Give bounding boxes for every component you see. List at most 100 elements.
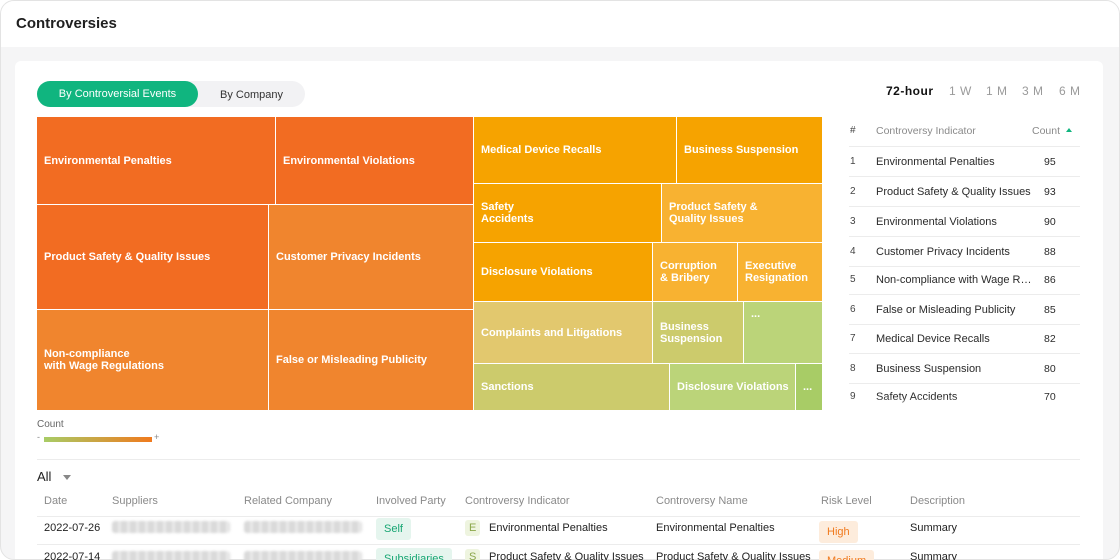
treemap-cell[interactable]: Corruption & Bribery <box>653 243 738 302</box>
ranking-row[interactable]: 8 Business Suspension 80 <box>849 354 1080 384</box>
indicator-category-badge: E <box>465 520 481 536</box>
ranking-count: 82 <box>1044 333 1056 345</box>
cell-indicator: Environmental Penalties <box>489 522 608 534</box>
treemap-cell[interactable]: Business Suspension <box>677 117 823 184</box>
ranking-row[interactable]: 4 Customer Privacy Incidents 88 <box>849 237 1080 267</box>
treemap-cell[interactable]: Complaints and Litigations <box>474 302 653 364</box>
chevron-down-icon[interactable] <box>63 475 71 480</box>
cell-date: 2022-07-14 <box>44 551 101 560</box>
ranking-num: 3 <box>850 216 856 227</box>
ranking-name: False or Misleading Publicity <box>876 304 1016 316</box>
ranking-row[interactable]: 2 Product Safety & Quality Issues 93 <box>849 177 1080 207</box>
legend-gradient <box>44 437 152 442</box>
involved-party-badge: Self <box>376 518 411 540</box>
ranking-row[interactable]: 7 Medical Device Recalls 82 <box>849 324 1080 354</box>
by-events-tab[interactable]: By Controversial Events <box>37 81 198 107</box>
range-6m[interactable]: 6 M <box>1059 84 1081 98</box>
section-divider <box>37 459 1080 460</box>
treemap-cell[interactable]: Environmental Violations <box>276 117 474 205</box>
related-company-redacted <box>244 521 362 533</box>
ranking-name: Business Suspension <box>876 363 982 375</box>
by-company-tab[interactable]: By Company <box>198 81 305 107</box>
supplier-redacted <box>112 551 230 560</box>
treemap-cell[interactable]: Disclosure Violations <box>670 364 796 411</box>
ranking-num: 6 <box>850 304 856 315</box>
page-title: Controversies <box>16 15 117 32</box>
sort-ascending-icon[interactable] <box>1066 128 1073 132</box>
treemap-cell[interactable]: ... <box>796 364 823 411</box>
risk-level-badge: High <box>819 521 858 543</box>
ranking-row[interactable]: 1 Environmental Penalties 95 <box>849 147 1080 177</box>
treemap-cell[interactable]: False or Misleading Publicity <box>269 310 474 411</box>
ranking-header-num: # <box>850 125 856 136</box>
view-toggle: By Controversial Events By Company <box>37 81 305 107</box>
ranking-num: 4 <box>850 246 856 257</box>
treemap-cell[interactable]: ... <box>744 302 823 364</box>
ranking-name: Environmental Violations <box>876 216 997 228</box>
col-controversy-name: Controversy Name <box>656 495 748 507</box>
ranking-num: 8 <box>850 363 856 374</box>
ranking-row[interactable]: 6 False or Misleading Publicity 85 <box>849 295 1080 325</box>
ranking-row[interactable]: 3 Environmental Violations 90 <box>849 207 1080 237</box>
treemap-cell[interactable]: Medical Device Recalls <box>474 117 677 184</box>
indicator-category-badge: S <box>465 549 481 560</box>
ranking-num: 2 <box>850 186 856 197</box>
range-1w[interactable]: 1 W <box>949 84 972 98</box>
ranking-header-count-wrap[interactable]: Count <box>1032 117 1073 145</box>
col-involved-party: Involved Party <box>376 495 446 507</box>
ranking-header: # Controversy Indicator Count <box>849 117 1080 147</box>
ranking-name: Medical Device Recalls <box>876 333 990 345</box>
col-suppliers: Suppliers <box>112 495 158 507</box>
ranking-name: Environmental Penalties <box>876 156 995 168</box>
ranking-header-count: Count <box>1032 125 1061 137</box>
cell-controversy-name[interactable]: Product Safety & Quality Issues <box>656 551 811 560</box>
ranking-count: 86 <box>1044 274 1056 286</box>
range-3m[interactable]: 3 M <box>1022 84 1044 98</box>
top-bar: Controversies <box>1 1 1119 47</box>
treemap-cell[interactable]: Product Safety & Quality Issues <box>37 205 269 310</box>
treemap-cell[interactable]: Environmental Penalties <box>37 117 276 205</box>
cell-controversy-name[interactable]: Environmental Penalties <box>656 522 775 534</box>
supplier-redacted <box>112 521 230 533</box>
treemap-cell[interactable]: Product Safety & Quality Issues <box>662 184 823 243</box>
ranking-num: 1 <box>850 156 856 167</box>
ranking-list: # Controversy Indicator Count 1 Environm… <box>849 117 1080 413</box>
ranking-num: 5 <box>850 274 856 285</box>
ranking-name: Customer Privacy Incidents <box>876 246 1010 258</box>
involved-party-badge: Subsidiaries <box>376 548 452 560</box>
treemap-cell[interactable]: Sanctions <box>474 364 670 411</box>
row-divider <box>37 544 1080 545</box>
legend-min-symbol: - <box>37 432 40 442</box>
col-risk-level: Risk Level <box>821 495 872 507</box>
ranking-scroll-fade <box>849 397 1080 413</box>
col-description: Description <box>910 495 966 507</box>
treemap-cell[interactable]: Safety Accidents <box>474 184 662 243</box>
cell-description[interactable]: Summary <box>910 551 957 560</box>
legend-title: Count <box>37 419 64 430</box>
ranking-header-indicator: Controversy Indicator <box>876 125 976 137</box>
ranking-num: 7 <box>850 333 856 344</box>
ranking-count: 85 <box>1044 304 1056 316</box>
legend-max-symbol: + <box>154 432 160 442</box>
ranking-count: 95 <box>1044 156 1056 168</box>
col-date: Date <box>44 495 68 507</box>
cell-description[interactable]: Summary <box>910 522 957 534</box>
col-related-company: Related Company <box>244 495 333 507</box>
treemap: Environmental Penalties Environmental Vi… <box>37 117 823 411</box>
col-controversy-indicator: Controversy Indicator <box>465 495 570 507</box>
risk-level-badge: Medium <box>819 550 875 560</box>
ranking-name: Non-compliance with Wage Re... <box>876 274 1032 286</box>
ranking-count: 93 <box>1044 186 1056 198</box>
filter-dropdown[interactable]: All <box>37 469 51 484</box>
ranking-count: 90 <box>1044 216 1056 228</box>
range-72-hour[interactable]: 72-hour <box>886 84 934 98</box>
treemap-cell[interactable]: Business Suspension <box>653 302 744 364</box>
ranking-row[interactable]: 5 Non-compliance with Wage Re... 86 <box>849 265 1080 295</box>
treemap-cell[interactable]: Executive Resignation <box>738 243 823 302</box>
treemap-cell[interactable]: Non-compliance with Wage Regulations <box>37 310 269 411</box>
ranking-count: 88 <box>1044 246 1056 258</box>
range-1m[interactable]: 1 M <box>986 84 1008 98</box>
table-header-divider <box>37 516 1080 517</box>
treemap-cell[interactable]: Customer Privacy Incidents <box>269 205 474 310</box>
treemap-cell[interactable]: Disclosure Violations <box>474 243 653 302</box>
